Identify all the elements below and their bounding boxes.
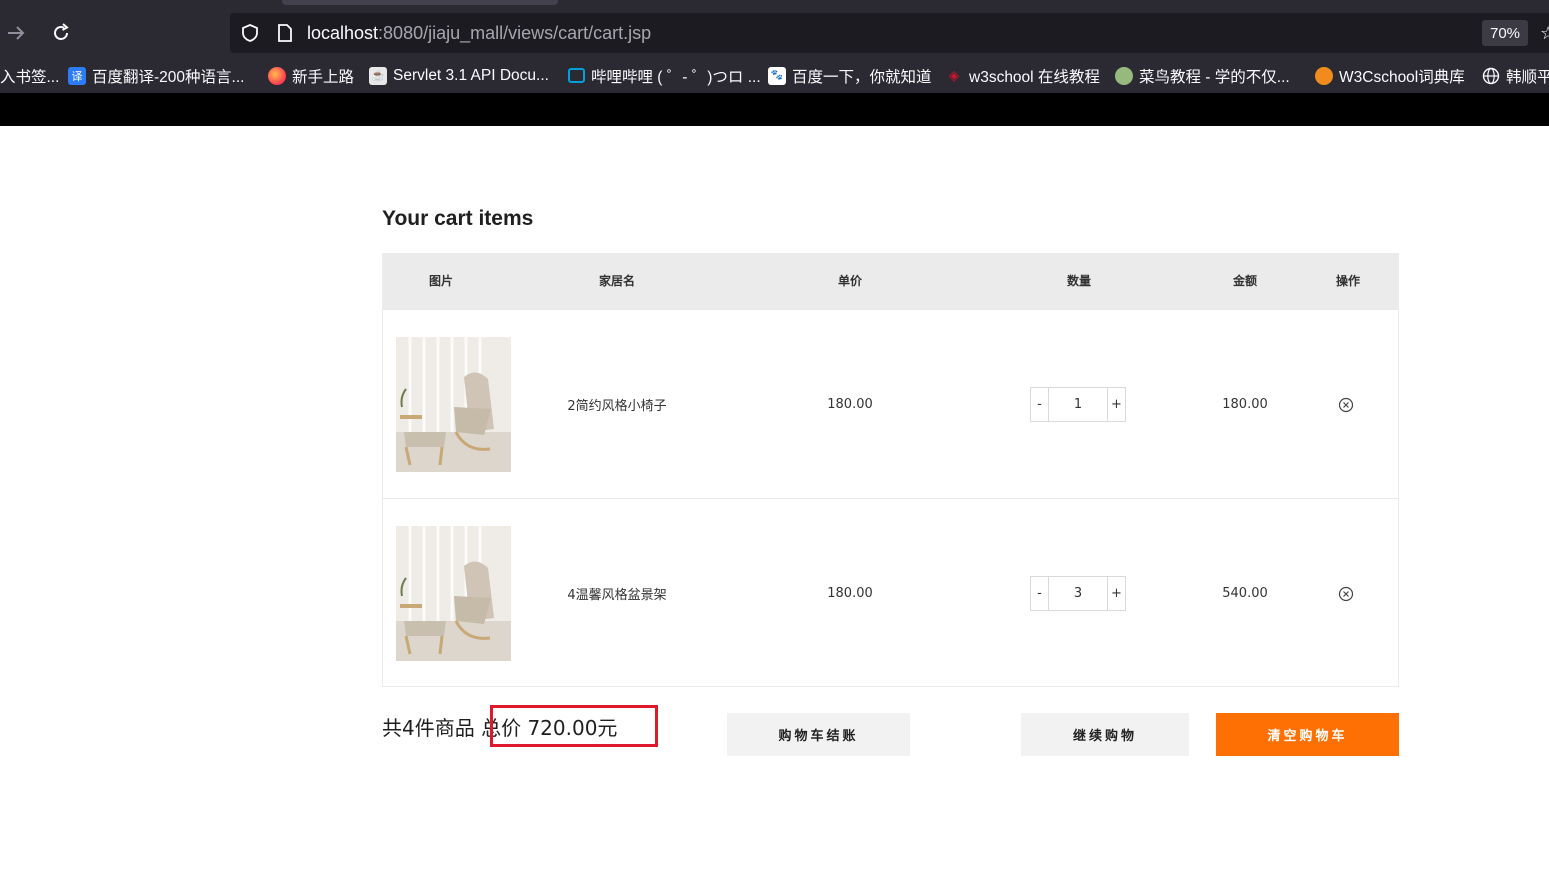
zoom-level-badge[interactable]: 70% xyxy=(1482,20,1528,46)
continue-shopping-button[interactable]: 继续购物 xyxy=(1021,713,1189,756)
line-amount: 180.00 xyxy=(1222,397,1268,412)
product-image[interactable] xyxy=(396,526,511,661)
bookmark-w3cschool[interactable]: W3Cschool词典库 xyxy=(1315,58,1465,93)
shield-icon xyxy=(242,24,258,42)
bookmark-label: 百度一下，你就知道 xyxy=(792,68,932,86)
bookmark-label: W3Cschool词典库 xyxy=(1339,68,1465,86)
decrease-quantity-button[interactable]: - xyxy=(1031,388,1048,421)
navigation-toolbar: localhost:8080/jiaju_mall/views/cart/car… xyxy=(0,0,1549,58)
active-tab-edge[interactable] xyxy=(282,0,558,5)
address-bar[interactable]: localhost:8080/jiaju_mall/views/cart/car… xyxy=(230,13,1549,53)
java-doc-icon: ☕ xyxy=(369,66,387,85)
bookmarks-bar: 入书签... 译百度翻译-200种语言... 新手上路 ☕ Servlet 3.1… xyxy=(0,58,1549,93)
url-text[interactable]: localhost:8080/jiaju_mall/views/cart/car… xyxy=(307,23,651,44)
table-header: 图片 家居名 单价 数量 金额 操作 xyxy=(383,254,1398,309)
header-unit-price: 单价 xyxy=(837,274,863,288)
reload-icon xyxy=(54,23,69,40)
firefox-icon xyxy=(268,66,286,85)
page-title: Your cart items xyxy=(382,207,534,230)
translate-icon: 译 xyxy=(68,66,86,85)
bookmark-import[interactable]: 入书签... xyxy=(0,58,59,93)
clear-cart-button[interactable]: 清空购物车 xyxy=(1216,713,1399,756)
bookmark-bilibili[interactable]: 哔哩哔哩 ( ゜- ゜)つロ ... xyxy=(568,58,761,93)
header-image: 图片 xyxy=(428,274,454,288)
annotation-highlight-box xyxy=(490,705,658,747)
bookmark-runoob[interactable]: 菜鸟教程 - 学的不仅... xyxy=(1115,58,1290,93)
increase-quantity-button[interactable]: + xyxy=(1108,388,1125,421)
bookmark-label: 入书签... xyxy=(0,68,60,86)
w3cschool-icon xyxy=(1315,66,1333,85)
table-row: 2简约风格小椅子 180.00 - 1 + 180.00 xyxy=(383,309,1398,498)
bookmark-w3school[interactable]: ◈ w3school 在线教程 xyxy=(945,58,1100,93)
bookmark-label: 百度翻译-200种语言... xyxy=(92,68,245,86)
checkout-button[interactable]: 购物车结账 xyxy=(727,713,910,756)
close-circle-icon xyxy=(1338,586,1354,602)
bookmark-baidu[interactable]: 🐾 百度一下，你就知道 xyxy=(768,58,932,93)
quantity-stepper: - 3 + xyxy=(1030,576,1126,611)
quantity-input[interactable]: 1 xyxy=(1048,388,1108,421)
product-image[interactable] xyxy=(396,337,511,472)
bookmark-label: w3school 在线教程 xyxy=(969,68,1100,86)
globe-icon xyxy=(1482,67,1500,85)
header-action: 操作 xyxy=(1335,274,1361,288)
product-name: 4温馨风格盆景架 xyxy=(567,588,667,603)
w3school-icon: ◈ xyxy=(948,67,960,83)
bookmark-label: 新手上路 xyxy=(292,68,355,86)
unit-price: 180.00 xyxy=(827,397,873,412)
quantity-stepper: - 1 + xyxy=(1030,387,1126,422)
remove-item-button[interactable] xyxy=(1338,397,1354,413)
item-count: 共4件商品 xyxy=(382,716,475,740)
bookmark-label: 菜鸟教程 - 学的不仅... xyxy=(1139,68,1290,86)
bookmark-baidu-translate[interactable]: 译百度翻译-200种语言... xyxy=(68,58,244,93)
runoob-icon xyxy=(1115,66,1133,85)
quantity-input[interactable]: 3 xyxy=(1048,577,1108,610)
remove-item-button[interactable] xyxy=(1338,586,1354,602)
bookmark-star-icon[interactable]: ☆ xyxy=(1540,23,1549,44)
browser-chrome: localhost:8080/jiaju_mall/views/cart/car… xyxy=(0,0,1549,126)
bookmark-hanshunping[interactable]: 韩顺平 xyxy=(1482,58,1549,93)
close-circle-icon xyxy=(1338,397,1354,413)
bookmark-label: 韩顺平 xyxy=(1506,68,1549,86)
reload-button[interactable] xyxy=(48,20,74,46)
arrow-right-icon xyxy=(8,26,25,40)
bilibili-icon xyxy=(568,68,585,83)
header-quantity: 数量 xyxy=(1066,274,1092,288)
line-amount: 540.00 xyxy=(1222,586,1268,601)
header-name: 家居名 xyxy=(598,274,636,288)
site-header-strip xyxy=(0,93,1549,126)
baidu-icon: 🐾 xyxy=(768,66,786,85)
bookmark-servlet-api[interactable]: ☕ Servlet 3.1 API Docu... xyxy=(369,58,549,93)
cart-table: 图片 家居名 单价 数量 金额 操作 2简约风格小椅子 180.00 - 1 +… xyxy=(382,253,1399,687)
forward-button[interactable] xyxy=(3,20,29,46)
url-host: localhost xyxy=(307,23,379,43)
bookmark-getting-started[interactable]: 新手上路 xyxy=(268,58,354,93)
product-name: 2简约风格小椅子 xyxy=(567,399,667,414)
page-icon xyxy=(278,24,292,42)
header-amount: 金额 xyxy=(1232,274,1258,288)
url-path: :8080/jiaju_mall/views/cart/cart.jsp xyxy=(378,23,652,43)
decrease-quantity-button[interactable]: - xyxy=(1031,577,1048,610)
increase-quantity-button[interactable]: + xyxy=(1108,577,1125,610)
table-row: 4温馨风格盆景架 180.00 - 3 + 540.00 xyxy=(383,498,1398,687)
bookmark-label: Servlet 3.1 API Docu... xyxy=(393,66,549,84)
bookmark-label: 哔哩哔哩 ( ゜- ゜)つロ ... xyxy=(591,68,761,86)
unit-price: 180.00 xyxy=(827,586,873,601)
